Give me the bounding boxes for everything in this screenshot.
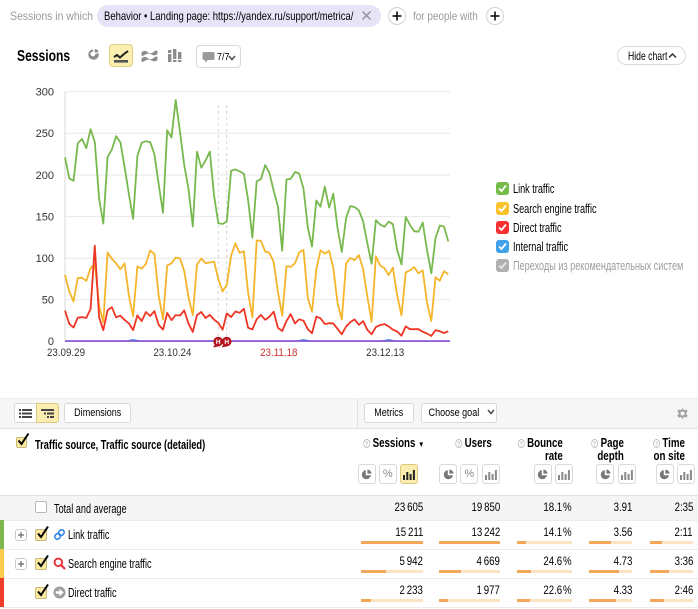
svg-text:23.11.18: 23.11.18 [260, 348, 298, 360]
svg-text:23.12.13: 23.12.13 [366, 348, 404, 360]
svg-text:50: 50 [42, 295, 54, 307]
svg-text:H: H [216, 339, 221, 346]
svg-text:100: 100 [36, 253, 54, 265]
svg-text:0: 0 [48, 336, 54, 348]
svg-text:23.09.29: 23.09.29 [47, 348, 85, 360]
svg-text:300: 300 [36, 87, 54, 99]
svg-text:?: ? [365, 441, 368, 448]
svg-text:200: 200 [36, 170, 54, 182]
svg-text:?: ? [593, 441, 596, 448]
svg-text:150: 150 [36, 211, 54, 223]
svg-text:?: ? [655, 441, 658, 448]
svg-text:250: 250 [36, 128, 54, 140]
svg-text:23.10.24: 23.10.24 [153, 348, 191, 360]
svg-text:H: H [224, 339, 229, 346]
